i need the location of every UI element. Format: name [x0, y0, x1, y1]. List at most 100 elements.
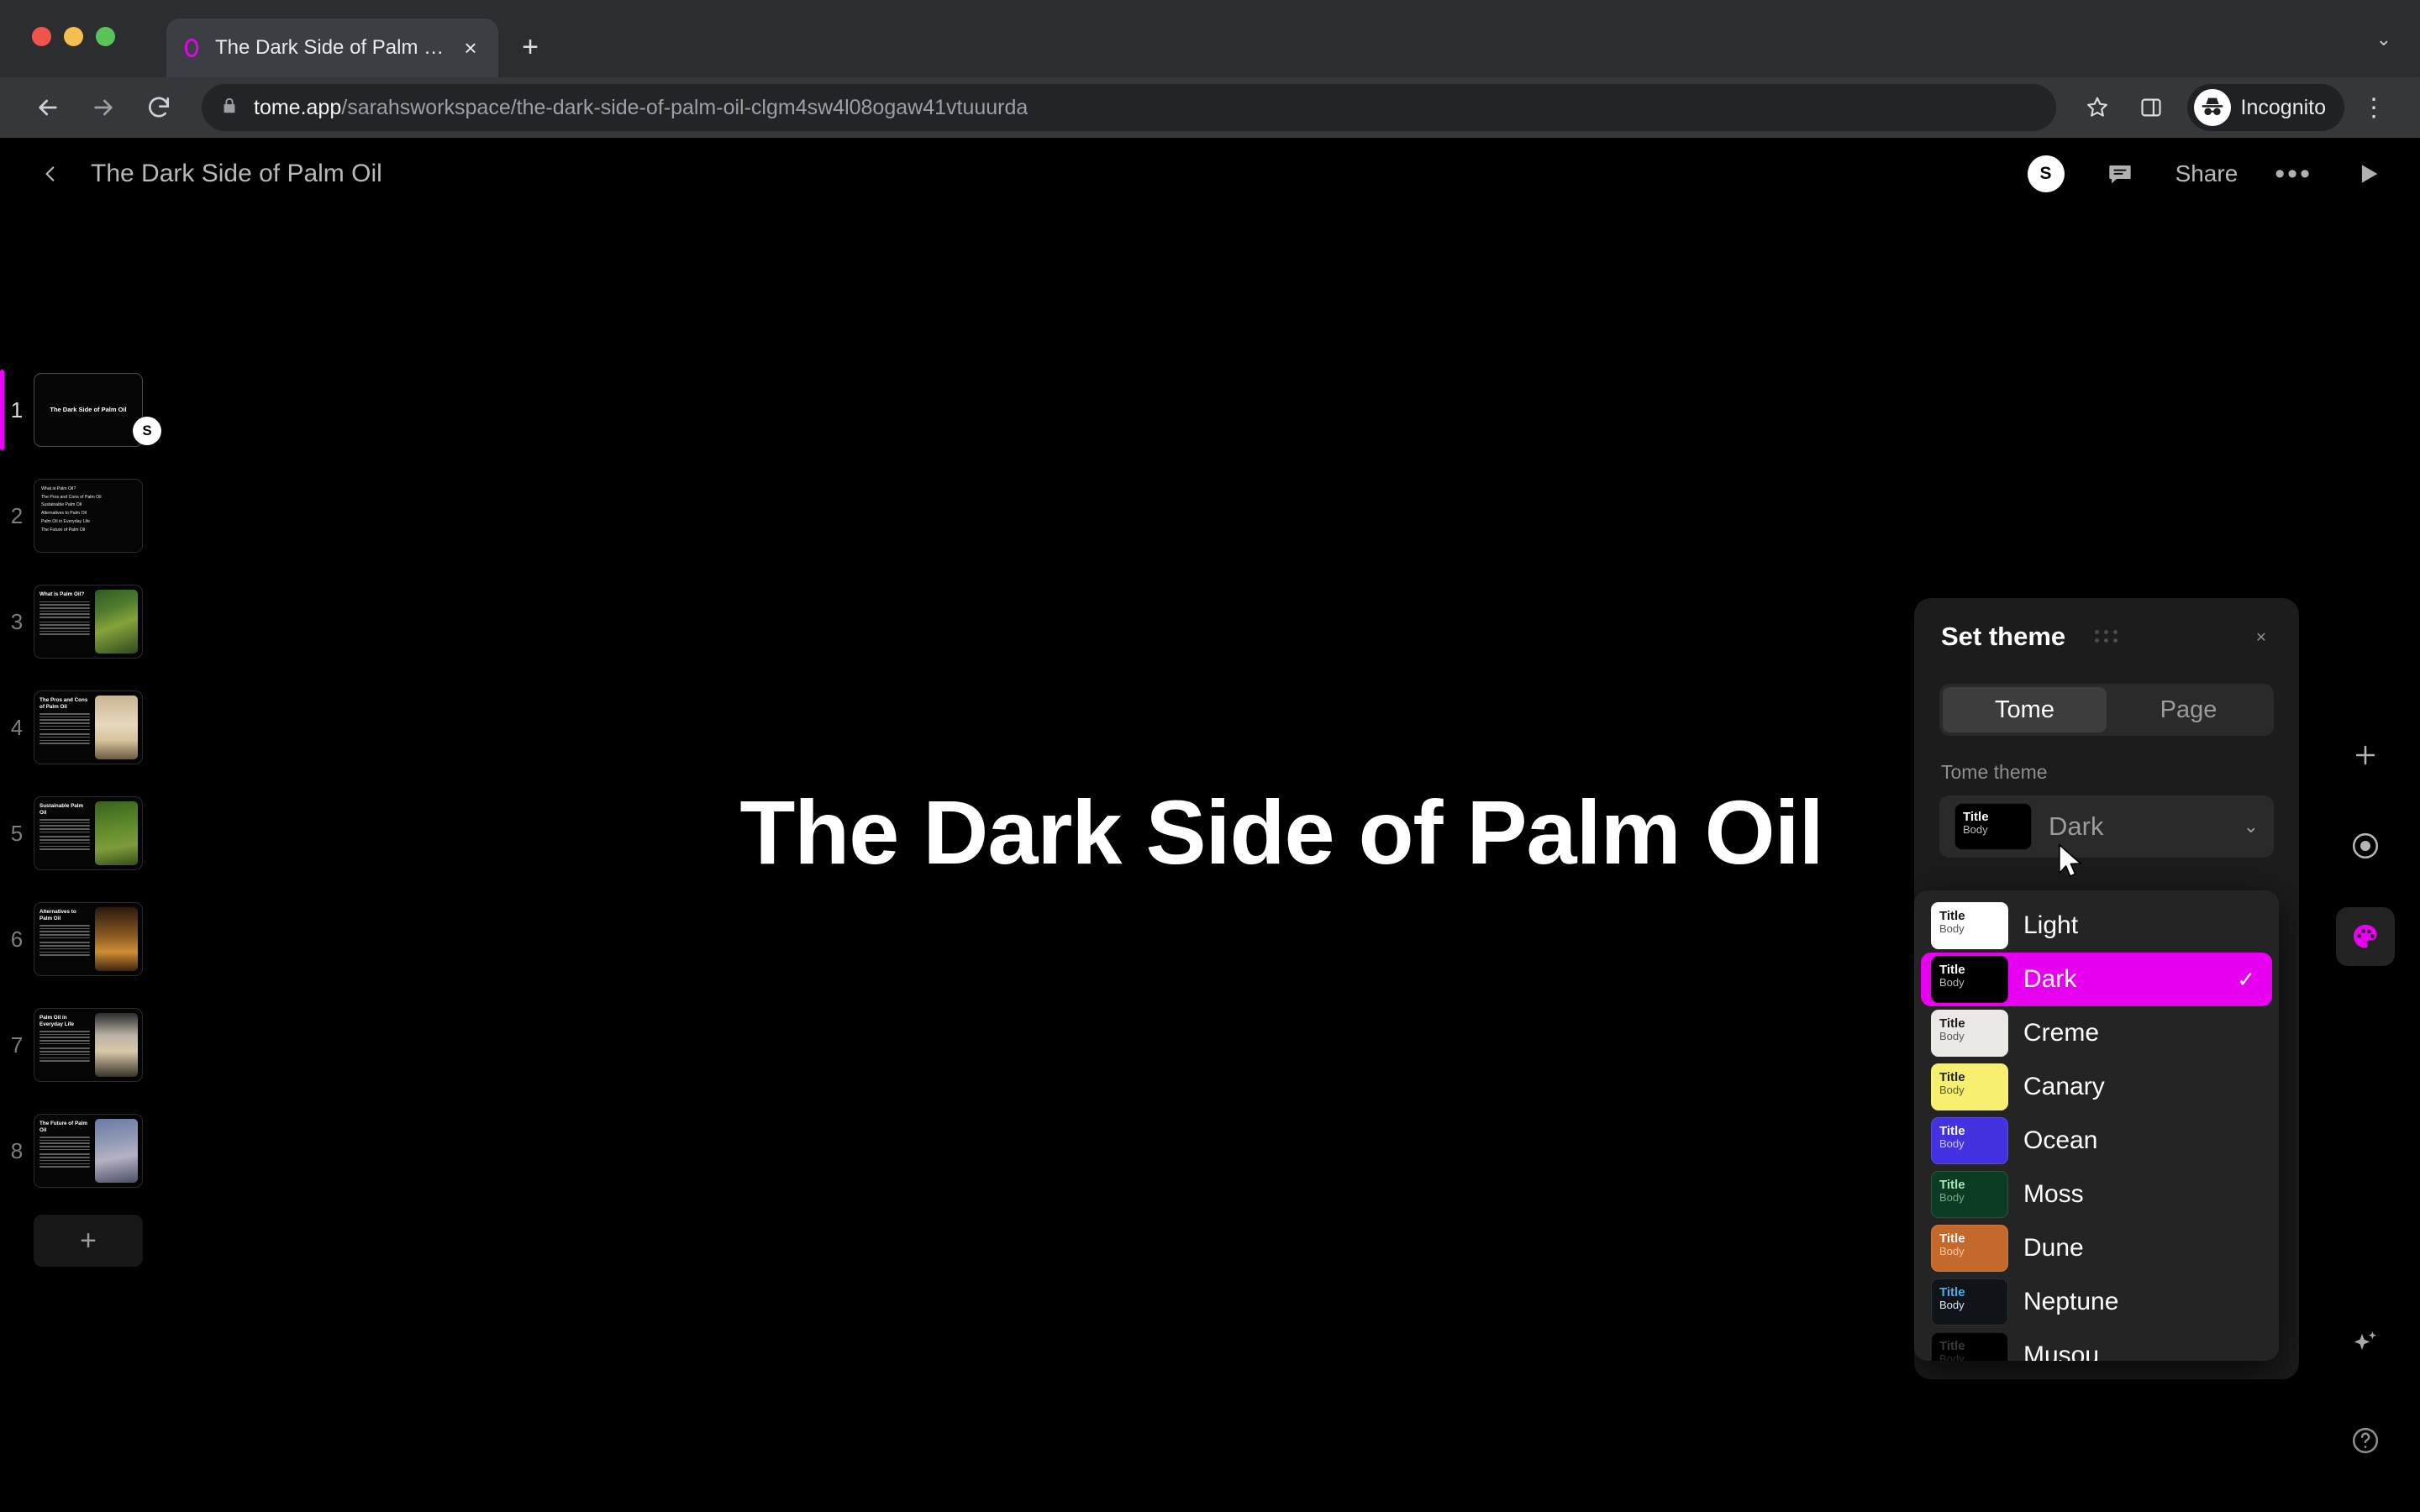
thumbnail-title: The Future of Palm Oil [39, 1121, 88, 1133]
theme-select[interactable]: Title Body Dark ⌄ [1939, 795, 2274, 858]
app-back-button[interactable] [32, 155, 69, 192]
browser-menu-button[interactable]: ⋮ [2349, 83, 2398, 132]
theme-option-ocean[interactable]: Title Body Ocean [1921, 1114, 2272, 1168]
theme-dropdown-list[interactable]: Title Body Light Title Body Dark ✓ Title [1914, 890, 2279, 1361]
theme-option-moss[interactable]: Title Body Moss [1921, 1168, 2272, 1221]
slide-thumbnail-sidebar[interactable]: 1 The Dark Side of Palm Oil S 2 What is … [0, 365, 193, 1490]
slide-thumbnail-4[interactable]: 4 The Pros and Cons of Palm Oil [0, 682, 193, 773]
record-icon[interactable] [2336, 816, 2395, 875]
thumbnail-preview[interactable]: The Pros and Cons of Palm Oil [34, 690, 143, 764]
chevron-down-icon[interactable]: ⌄ [2376, 29, 2391, 50]
close-window-button[interactable] [32, 27, 51, 46]
slide-number: 5 [10, 820, 24, 846]
thumbnail-preview[interactable]: What is Palm Oil? [34, 585, 143, 659]
theme-palette-button[interactable] [2336, 907, 2395, 966]
theme-option-musou[interactable]: Title Body Musou [1921, 1329, 2272, 1361]
comment-icon[interactable] [2102, 155, 2139, 192]
browser-window: The Dark Side of Palm Oil × + ⌄ tome.app… [0, 0, 2420, 1512]
add-block-button[interactable] [2336, 726, 2395, 785]
drag-handle-icon[interactable] [2095, 630, 2118, 643]
theme-option-canary[interactable]: Title Body Canary [1921, 1060, 2272, 1114]
tab-page[interactable]: Page [2107, 687, 2270, 732]
thumbnail-body-lines [39, 1031, 90, 1045]
thumbnail-agenda-list: What is Palm Oil? The Pros and Cons of P… [34, 480, 108, 552]
set-theme-panel: Set theme ✕ Tome Page Tome theme Title B… [1914, 598, 2299, 1379]
theme-option-light[interactable]: Title Body Light [1921, 899, 2272, 953]
new-tab-button[interactable]: + [510, 27, 550, 67]
thumbnail-preview[interactable]: What is Palm Oil? The Pros and Cons of P… [34, 479, 143, 553]
swatch-body: Body [1939, 1245, 1965, 1258]
avatar[interactable]: S [2027, 155, 2065, 192]
thumbnail-title: Alternatives to Palm Oil [39, 909, 76, 921]
close-icon[interactable]: ✕ [2247, 623, 2275, 652]
more-options-button[interactable]: ••• [2275, 160, 2312, 188]
swatch-title: Title [1939, 1231, 1965, 1246]
theme-option-label: Ocean [2023, 1126, 2098, 1154]
swatch-body: Body [1963, 823, 1988, 837]
thumbnail-text-block: Alternatives to Palm Oil [34, 903, 95, 975]
thumbnail-preview[interactable]: Palm Oil in Everyday Life [34, 1008, 143, 1082]
swatch-body: Body [1939, 922, 1965, 936]
minimize-window-button[interactable] [64, 27, 83, 46]
slide-thumbnail-3[interactable]: 3 What is Palm Oil? [0, 576, 193, 667]
list-item: The Pros and Cons of Palm Oil [41, 494, 102, 500]
address-bar[interactable]: tome.app/sarahsworkspace/the-dark-side-o… [202, 84, 2056, 131]
check-icon: ✓ [2237, 966, 2255, 992]
swatch-body: Body [1939, 1352, 1965, 1361]
slide-collaborator-avatar[interactable]: S [133, 417, 161, 445]
play-icon[interactable] [2349, 155, 2386, 192]
help-button[interactable] [2336, 1411, 2395, 1470]
add-slide-button[interactable]: + [34, 1215, 143, 1267]
browser-tab[interactable]: The Dark Side of Palm Oil × [166, 18, 498, 77]
bookmark-star-icon[interactable] [2073, 83, 2122, 132]
slide-thumbnail-7[interactable]: 7 Palm Oil in Everyday Life [0, 1000, 193, 1090]
theme-swatch: Title Body [1931, 1332, 2008, 1361]
lock-icon [220, 97, 239, 119]
theme-option-dune[interactable]: Title Body Dune [1921, 1221, 2272, 1275]
toolbar-actions: Incognito ⋮ [2073, 83, 2398, 132]
page-title[interactable]: The Dark Side of Palm Oil [91, 160, 382, 188]
slide-thumbnail-2[interactable]: 2 What is Palm Oil? The Pros and Cons of… [0, 470, 193, 561]
chevron-down-icon[interactable]: ⌄ [2244, 816, 2259, 837]
side-panel-icon[interactable] [2127, 83, 2175, 132]
close-tab-button[interactable]: × [456, 34, 485, 62]
swatch-title: Title [1939, 1124, 1965, 1138]
browser-toolbar: tome.app/sarahsworkspace/the-dark-side-o… [0, 77, 2420, 138]
theme-swatch: Title Body [1931, 956, 2008, 1003]
theme-option-neptune[interactable]: Title Body Neptune [1921, 1275, 2272, 1329]
thumbnail-preview[interactable]: The Dark Side of Palm Oil [34, 373, 143, 447]
theme-option-creme[interactable]: Title Body Creme [1921, 1006, 2272, 1060]
share-button[interactable]: Share [2175, 160, 2238, 187]
right-toolbar-bottom [2336, 1314, 2395, 1470]
tab-tome[interactable]: Tome [1943, 687, 2107, 732]
swatch-title: Title [1939, 1178, 1965, 1192]
tome-app: The Dark Side of Palm Oil S Share ••• 1 [0, 138, 2420, 1512]
thumbnail-preview[interactable]: The Future of Palm Oil [34, 1114, 143, 1188]
slide-number: 2 [10, 502, 24, 528]
back-button[interactable] [22, 81, 74, 134]
incognito-profile-badge[interactable]: Incognito [2186, 84, 2344, 131]
thumbnail-body-lines [39, 1137, 90, 1151]
slide-thumbnail-1[interactable]: 1 The Dark Side of Palm Oil S [0, 365, 193, 455]
active-slide-indicator [0, 370, 4, 450]
slide-thumbnail-6[interactable]: 6 Alternatives to Palm Oil [0, 894, 193, 984]
maximize-window-button[interactable] [96, 27, 115, 46]
forward-button[interactable] [77, 81, 129, 134]
sparkles-icon[interactable] [2336, 1314, 2395, 1373]
theme-option-dark[interactable]: Title Body Dark ✓ [1921, 953, 2272, 1006]
thumbnail-body-lines [39, 925, 90, 939]
slide-thumbnail-5[interactable]: 5 Sustainable Palm Oil [0, 788, 193, 879]
list-item: Alternatives to Palm Oil [41, 511, 87, 517]
thumbnail-preview[interactable]: Alternatives to Palm Oil [34, 902, 143, 976]
reload-button[interactable] [133, 81, 185, 134]
slide-title-text[interactable]: The Dark Side of Palm Oil [739, 780, 1823, 885]
slide-thumbnail-8[interactable]: 8 The Future of Palm Oil [0, 1105, 193, 1196]
thumbnail-text-block: Sustainable Palm Oil [34, 797, 95, 869]
browser-tab-title: The Dark Side of Palm Oil [215, 36, 445, 59]
theme-swatch: Title Body [1931, 1063, 2008, 1110]
thumbnail-preview[interactable]: Sustainable Palm Oil [34, 796, 143, 870]
list-item: Palm Oil in Everyday Life [41, 518, 90, 524]
theme-option-label: Moss [2023, 1180, 2084, 1208]
slide-number: 3 [10, 608, 24, 634]
thumbnail-text-block: Palm Oil in Everyday Life [34, 1009, 95, 1081]
